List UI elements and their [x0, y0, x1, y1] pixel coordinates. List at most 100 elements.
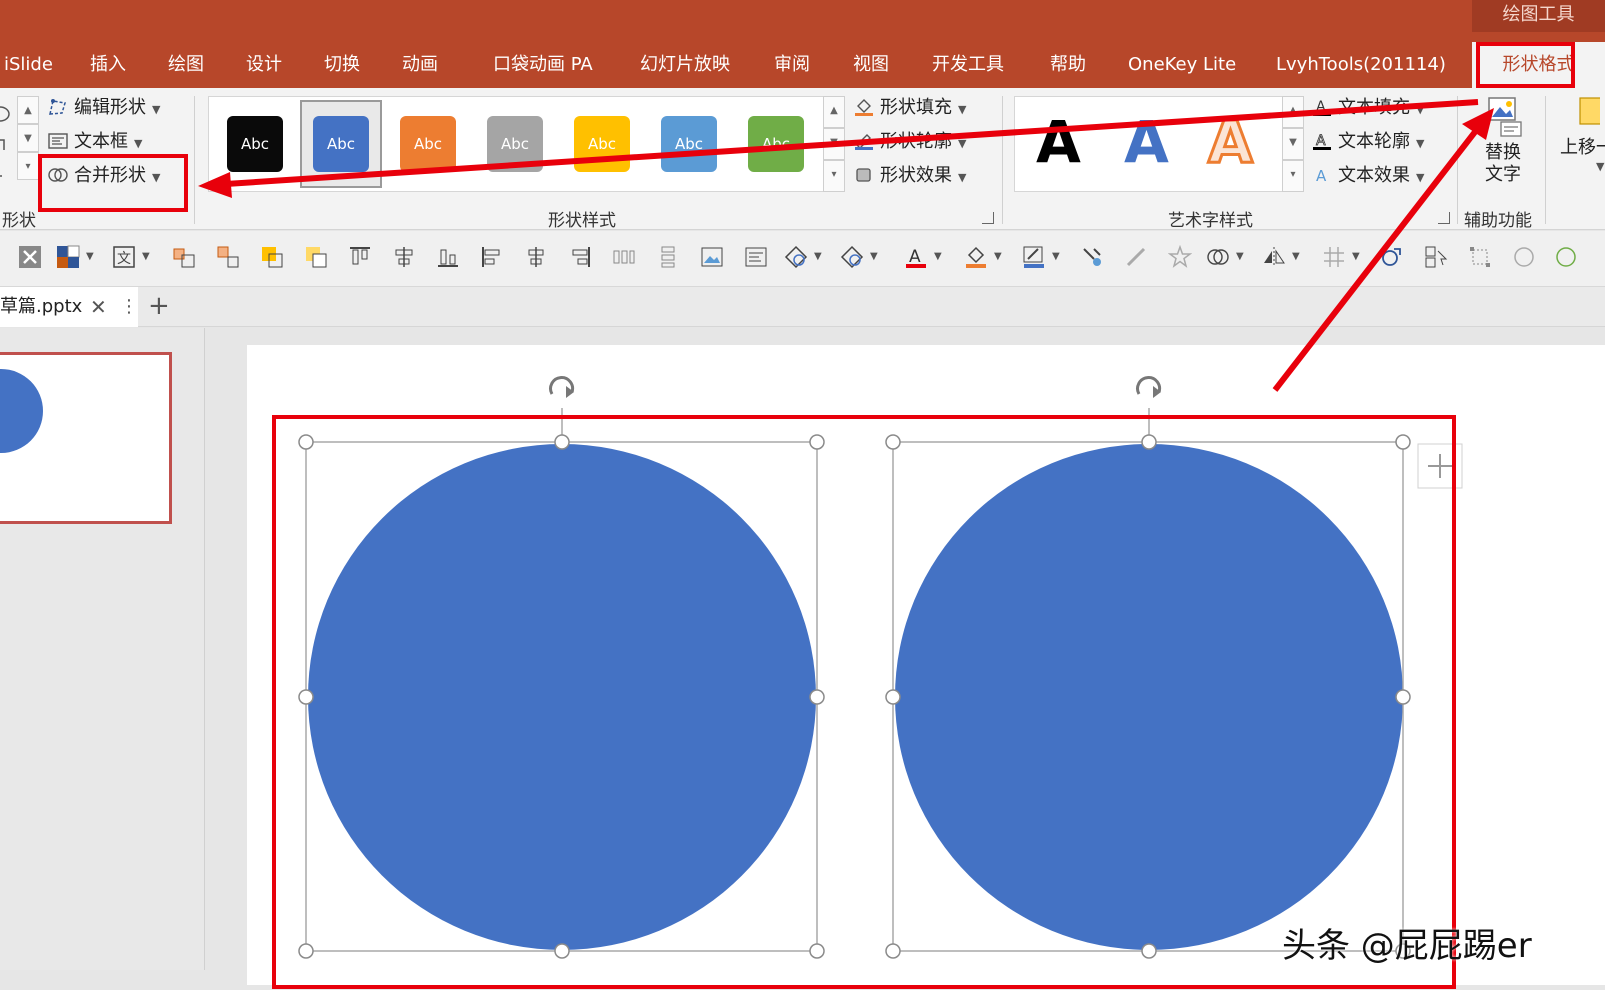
chevron-down-icon[interactable]: ▼: [1352, 251, 1360, 262]
shape-gallery-scroll-down[interactable]: ▼: [17, 124, 39, 152]
slide-canvas[interactable]: [247, 345, 1605, 985]
text-fill-button[interactable]: A 文本填充 ▼: [1312, 94, 1424, 122]
chevron-down-icon[interactable]: ▼: [1236, 251, 1244, 262]
shape-style-swatch-green[interactable]: Abc: [748, 116, 804, 172]
dialog-launcher-icon[interactable]: [1438, 212, 1450, 224]
group-label-wordart-styles: 艺术字样式: [1168, 211, 1253, 231]
shape-style-swatch-gold[interactable]: Abc: [574, 116, 630, 172]
shape-effects-button[interactable]: 形状效果 ▼: [854, 162, 966, 190]
shape-style-swatch-orange[interactable]: Abc: [400, 116, 456, 172]
shape-style-swatch-black[interactable]: Abc: [227, 116, 283, 172]
tab-transitions[interactable]: 切换: [324, 48, 360, 82]
distribute-horizontal-icon[interactable]: [612, 245, 636, 269]
tab-lvyhtools[interactable]: LvyhTools(201114): [1276, 48, 1446, 82]
shape-style-scroll-down[interactable]: ▼: [823, 128, 845, 160]
tab-islide[interactable]: iSlide: [4, 48, 53, 82]
tab-developer[interactable]: 开发工具: [932, 48, 1004, 82]
shape-gallery-partial[interactable]: [0, 96, 14, 188]
grid-icon[interactable]: [1322, 245, 1346, 269]
tab-animations[interactable]: 动画: [402, 48, 438, 82]
document-tab[interactable]: 草篇.pptx ✕ ⋮: [0, 287, 138, 327]
tab-pocket-animation[interactable]: 口袋动画 PA: [493, 48, 593, 82]
star-effect-icon[interactable]: [1168, 245, 1192, 269]
slide-thumbnail[interactable]: [0, 352, 172, 524]
bring-forward-button[interactable]: 上移一 ▼: [1560, 96, 1605, 196]
bring-front-icon[interactable]: [260, 245, 284, 269]
wordart-scroll-up[interactable]: ▲: [1282, 96, 1304, 128]
align-objects-icon[interactable]: [172, 245, 196, 269]
group-objects-icon[interactable]: [216, 245, 240, 269]
font-color-icon[interactable]: A: [904, 245, 928, 269]
circle-shape-icon[interactable]: [1512, 245, 1536, 269]
text-convert-icon[interactable]: 文: [112, 245, 136, 269]
wordart-scroll-down[interactable]: ▼: [1282, 128, 1304, 160]
shape-gallery-scroll-up[interactable]: ▲: [17, 96, 39, 124]
tab-shape-format[interactable]: 形状格式: [1472, 42, 1605, 88]
wordart-sample-blue[interactable]: A: [1124, 110, 1169, 174]
alt-text-button[interactable]: 替换 文字: [1474, 94, 1532, 202]
shape-insert-icon[interactable]: [840, 245, 864, 269]
merge-shapes-icon[interactable]: [1206, 245, 1230, 269]
wordart-sample-orange-outline[interactable]: A: [1207, 109, 1255, 176]
fill-color-icon[interactable]: [964, 245, 988, 269]
chevron-down-icon[interactable]: ▼: [142, 251, 150, 262]
close-icon[interactable]: ✕: [90, 287, 107, 327]
outline-color-icon[interactable]: [1022, 245, 1046, 269]
text-box-button[interactable]: 文本框 ▼: [48, 128, 142, 156]
more-options-icon[interactable]: ⋮: [120, 287, 138, 327]
shape-gallery-more[interactable]: ▾: [17, 152, 39, 180]
chevron-down-icon[interactable]: ▼: [1292, 251, 1300, 262]
align-right-icon[interactable]: [568, 245, 592, 269]
merge-shapes-button[interactable]: 合并形状 ▼: [48, 162, 160, 190]
color-fill-icon[interactable]: [56, 245, 80, 269]
eyedropper-icon[interactable]: [1124, 245, 1148, 269]
circle-shape-icon[interactable]: [1554, 245, 1578, 269]
chevron-down-icon[interactable]: ▼: [814, 251, 822, 262]
wordart-sample-black[interactable]: A: [1036, 110, 1081, 174]
shape-style-swatch-blue[interactable]: Abc: [313, 116, 369, 172]
select-pane-icon[interactable]: [1424, 245, 1448, 269]
tab-insert[interactable]: 插入: [90, 48, 126, 82]
edit-shape-button[interactable]: 编辑形状 ▼: [48, 94, 160, 122]
tab-slideshow[interactable]: 幻灯片放映: [640, 48, 730, 82]
chevron-down-icon[interactable]: ▼: [1052, 251, 1060, 262]
rotate-icon[interactable]: [1380, 245, 1404, 269]
dialog-launcher-icon[interactable]: [982, 212, 994, 224]
text-box-label: 文本框: [74, 131, 128, 152]
shape-style-more[interactable]: ▾: [823, 160, 845, 192]
shape-style-swatch-lightblue[interactable]: Abc: [661, 116, 717, 172]
align-bottom-icon[interactable]: [436, 245, 460, 269]
distribute-vertical-icon[interactable]: [656, 245, 680, 269]
group-label-accessibility: 辅助功能: [1464, 211, 1532, 231]
format-painter-icon[interactable]: [1080, 245, 1104, 269]
tab-view[interactable]: 视图: [853, 48, 889, 82]
text-effects-button[interactable]: A 文本效果 ▼: [1312, 162, 1424, 190]
chevron-down-icon[interactable]: ▼: [86, 251, 94, 262]
picture-icon[interactable]: [700, 245, 724, 269]
delete-icon[interactable]: [18, 245, 42, 269]
tab-review[interactable]: 审阅: [774, 48, 810, 82]
shape-fill-button[interactable]: 形状填充 ▼: [854, 94, 966, 122]
align-left-icon[interactable]: [480, 245, 504, 269]
flip-icon[interactable]: [1262, 245, 1286, 269]
shape-outline-button[interactable]: 形状轮廓 ▼: [854, 128, 966, 156]
chevron-down-icon[interactable]: ▼: [994, 251, 1002, 262]
text-outline-button[interactable]: A 文本轮廓 ▼: [1312, 128, 1424, 156]
chevron-down-icon[interactable]: ▼: [934, 251, 942, 262]
tab-draw[interactable]: 绘图: [168, 48, 204, 82]
tab-help[interactable]: 帮助: [1050, 48, 1086, 82]
shape-style-swatch-gray[interactable]: Abc: [487, 116, 543, 172]
chevron-down-icon[interactable]: ▼: [870, 251, 878, 262]
wordart-more[interactable]: ▾: [1282, 160, 1304, 192]
shape-style-scroll-up[interactable]: ▲: [823, 96, 845, 128]
send-back-icon[interactable]: [304, 245, 328, 269]
new-tab-plus-icon[interactable]: +: [148, 287, 170, 325]
tab-onekey-lite[interactable]: OneKey Lite: [1128, 48, 1236, 82]
shape-insert-icon[interactable]: [784, 245, 808, 269]
align-top-icon[interactable]: [348, 245, 372, 269]
align-center-icon[interactable]: [524, 245, 548, 269]
align-middle-icon[interactable]: [392, 245, 416, 269]
text-box-icon[interactable]: [744, 245, 768, 269]
tab-design[interactable]: 设计: [246, 48, 282, 82]
crop-icon[interactable]: [1468, 245, 1492, 269]
